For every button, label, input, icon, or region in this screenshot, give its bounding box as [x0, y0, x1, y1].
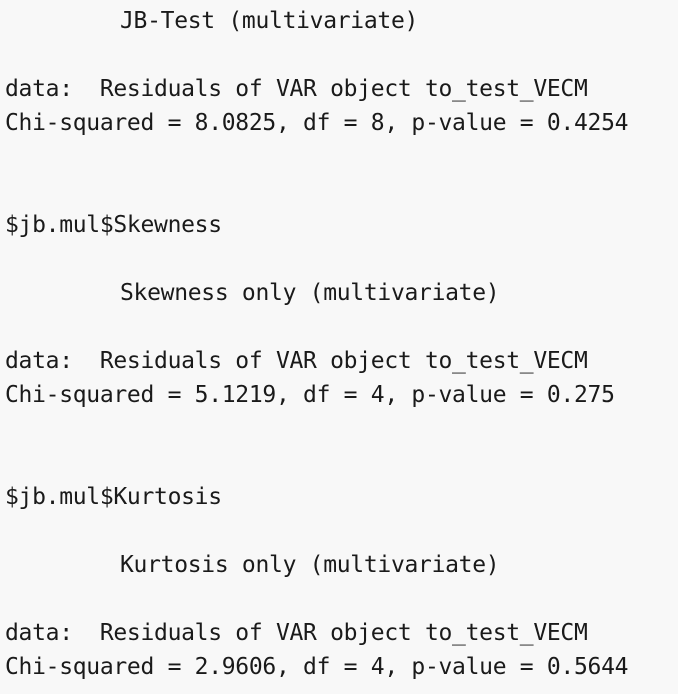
- skewness-stat-line: Chi-squared = 5.1219, df = 4, p-value = …: [5, 382, 615, 408]
- r-console-output: JB-Test (multivariate) data: Residuals o…: [0, 0, 678, 694]
- skewness-test-title: Skewness only (multivariate): [120, 280, 500, 306]
- jb-test-title: JB-Test (multivariate): [120, 8, 419, 34]
- jb-test-stat-line: Chi-squared = 8.0825, df = 8, p-value = …: [5, 110, 629, 136]
- skewness-data-line: data: Residuals of VAR object to_test_VE…: [5, 348, 588, 374]
- kurtosis-data-line: data: Residuals of VAR object to_test_VE…: [5, 620, 588, 646]
- kurtosis-header: $jb.mul$Kurtosis: [5, 484, 222, 510]
- kurtosis-stat-line: Chi-squared = 2.9606, df = 4, p-value = …: [5, 654, 629, 680]
- kurtosis-test-title: Kurtosis only (multivariate): [120, 552, 500, 578]
- jb-test-data-line: data: Residuals of VAR object to_test_VE…: [5, 76, 588, 102]
- skewness-header: $jb.mul$Skewness: [5, 212, 222, 238]
